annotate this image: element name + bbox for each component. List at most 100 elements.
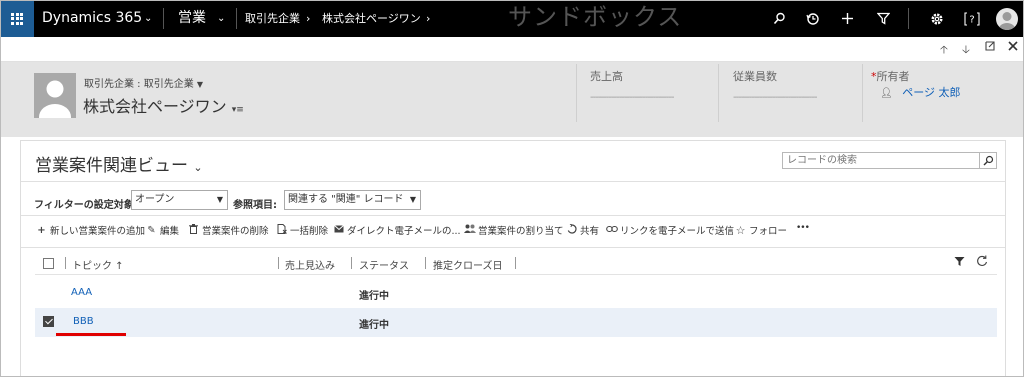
- caret-down-icon: ▼: [196, 80, 204, 89]
- help-icon[interactable]: ?: [957, 0, 987, 37]
- filter-select-value: オープン: [135, 194, 175, 205]
- record-name-text: 株式会社ページワン: [83, 97, 227, 116]
- header-field-value: --------------------------------: [733, 92, 817, 103]
- column-header-topic[interactable]: トピック ↑: [72, 257, 124, 272]
- record-name: 株式会社ページワン ▾≡: [83, 93, 244, 117]
- pencil-icon: ✎: [147, 224, 156, 236]
- table-row[interactable]: AAA 進行中: [35, 279, 997, 308]
- table-row[interactable]: BBB 進行中: [35, 308, 997, 337]
- gear-icon[interactable]: [922, 0, 952, 37]
- app-launcher-button[interactable]: [0, 0, 34, 37]
- record-menu-icon[interactable]: ▾≡: [232, 105, 244, 115]
- divider: [21, 215, 1005, 216]
- breadcrumb-entity[interactable]: 取引先企業: [245, 0, 300, 37]
- share-icon: [566, 223, 577, 237]
- command-label: ダイレクト電子メールの...: [347, 226, 461, 237]
- column-header-close-date[interactable]: 推定クローズ日: [433, 257, 503, 272]
- owner-label-text: 所有者: [876, 70, 910, 83]
- top-navigation-bar: Dynamics 365 ⌄ 営業 ⌄ 取引先企業 › 株式会社ページワン › …: [0, 0, 1024, 37]
- direct-email-button[interactable]: ダイレクト電子メールの...: [333, 223, 461, 237]
- breadcrumb-separator-icon: ›: [306, 12, 311, 25]
- assign-icon: [464, 224, 476, 237]
- divider: [163, 8, 164, 29]
- command-label: 営業案件の削除: [202, 226, 269, 237]
- command-label: 編集: [160, 226, 180, 237]
- email-icon: [333, 224, 344, 236]
- divider: [908, 8, 909, 29]
- delete-opportunity-button[interactable]: 営業案件の削除: [188, 223, 269, 237]
- column-header-status[interactable]: ステータス: [359, 257, 409, 272]
- app-switcher-chevron-icon[interactable]: ⌄: [144, 0, 152, 37]
- app-name[interactable]: Dynamics 365: [42, 0, 142, 37]
- filter-select[interactable]: オープン ▼: [131, 190, 228, 210]
- search-box: [782, 152, 997, 169]
- arrow-up-icon[interactable]: 🡡: [940, 41, 948, 60]
- edit-button[interactable]: ✎ 編集: [146, 223, 180, 238]
- share-button[interactable]: 共有: [566, 223, 599, 237]
- column-separator: [515, 257, 516, 269]
- environment-label: サンドボックス: [508, 3, 683, 31]
- user-avatar[interactable]: [996, 8, 1018, 30]
- column-separator: [351, 257, 352, 269]
- row-topic-link[interactable]: BBB: [73, 316, 94, 327]
- filter-icon[interactable]: [868, 0, 898, 37]
- entity-form-selector[interactable]: 取引先企業 : 取引先企業 ▼: [84, 75, 203, 90]
- view-selector[interactable]: 営業案件関連ビュー ⌄: [35, 151, 203, 176]
- command-label: 営業案件の割り当て: [478, 226, 564, 237]
- email-link-button[interactable]: リンクを電子メールで送信: [606, 223, 734, 237]
- more-icon: •••: [796, 223, 810, 233]
- column-header-revenue[interactable]: 売上見込み: [285, 257, 335, 272]
- entity-form-label: 取引先企業 : 取引先企業: [84, 79, 194, 90]
- row-topic-link[interactable]: AAA: [71, 287, 92, 298]
- select-all-checkbox[interactable]: [43, 258, 54, 269]
- breadcrumb-record[interactable]: 株式会社ページワン: [322, 0, 421, 37]
- chevron-down-icon: ⌄: [193, 161, 203, 174]
- divider: [718, 64, 719, 122]
- row-checkbox[interactable]: [43, 316, 54, 327]
- history-icon[interactable]: [798, 0, 828, 37]
- header-field-label: 従業員数: [733, 70, 777, 83]
- link-icon: [606, 225, 618, 236]
- arrow-down-icon[interactable]: 🡣: [962, 41, 970, 60]
- new-opportunity-button[interactable]: + 新しい営業案件の追加: [36, 223, 146, 238]
- search-button[interactable]: [979, 153, 996, 168]
- ref-label: 参照項目:: [233, 200, 277, 211]
- command-label: リンクを電子メールで送信: [620, 226, 735, 237]
- column-separator: [65, 257, 66, 269]
- caret-down-icon: ▼: [216, 195, 223, 204]
- close-icon[interactable]: [1008, 41, 1018, 54]
- popout-icon[interactable]: [985, 41, 995, 54]
- search-icon: [983, 155, 993, 166]
- command-label: フォロー: [749, 226, 788, 237]
- plus-icon[interactable]: [832, 0, 862, 37]
- highlight-underline: [56, 333, 126, 336]
- grid-filter-icon[interactable]: [954, 256, 965, 270]
- user-icon: 👤︎: [880, 88, 893, 99]
- owner-value[interactable]: 👤︎ ページ 太郎: [880, 84, 960, 100]
- grid-header: トピック ↑ 売上見込み ステータス 推定クローズ日: [35, 253, 997, 275]
- search-input[interactable]: [783, 153, 979, 168]
- row-status: 進行中: [359, 320, 389, 331]
- view-title: 営業案件関連ビュー: [35, 156, 188, 176]
- record-toolbar: 🡡 🡣: [0, 37, 1024, 62]
- record-header: 取引先企業 : 取引先企業 ▼ 株式会社ページワン ▾≡ 売上高 -------…: [0, 62, 1024, 137]
- command-label: 共有: [580, 226, 600, 237]
- command-label: 新しい営業案件の追加: [50, 226, 146, 237]
- area-name[interactable]: 営業: [178, 0, 206, 37]
- owner-name: ページ 太郎: [902, 86, 961, 99]
- follow-button[interactable]: ☆ フォロー: [735, 223, 788, 238]
- ref-select[interactable]: 関連する "関連" レコード ▼: [284, 190, 421, 210]
- command-label: 一括削除: [290, 226, 329, 237]
- breadcrumb-chevron-icon[interactable]: ›: [426, 0, 430, 37]
- assign-opportunity-button[interactable]: 営業案件の割り当て: [464, 223, 564, 237]
- waffle-icon: [11, 12, 23, 25]
- refresh-icon[interactable]: [976, 255, 988, 270]
- search-icon[interactable]: [764, 0, 794, 37]
- caret-down-icon: ▼: [409, 195, 416, 204]
- bulk-delete-button[interactable]: 一括削除: [276, 223, 328, 237]
- row-status: 進行中: [359, 291, 389, 302]
- area-chevron-icon[interactable]: ⌄: [217, 0, 225, 37]
- more-commands-button[interactable]: •••: [796, 223, 810, 233]
- trash-icon: [188, 223, 199, 237]
- record-image[interactable]: [34, 73, 76, 118]
